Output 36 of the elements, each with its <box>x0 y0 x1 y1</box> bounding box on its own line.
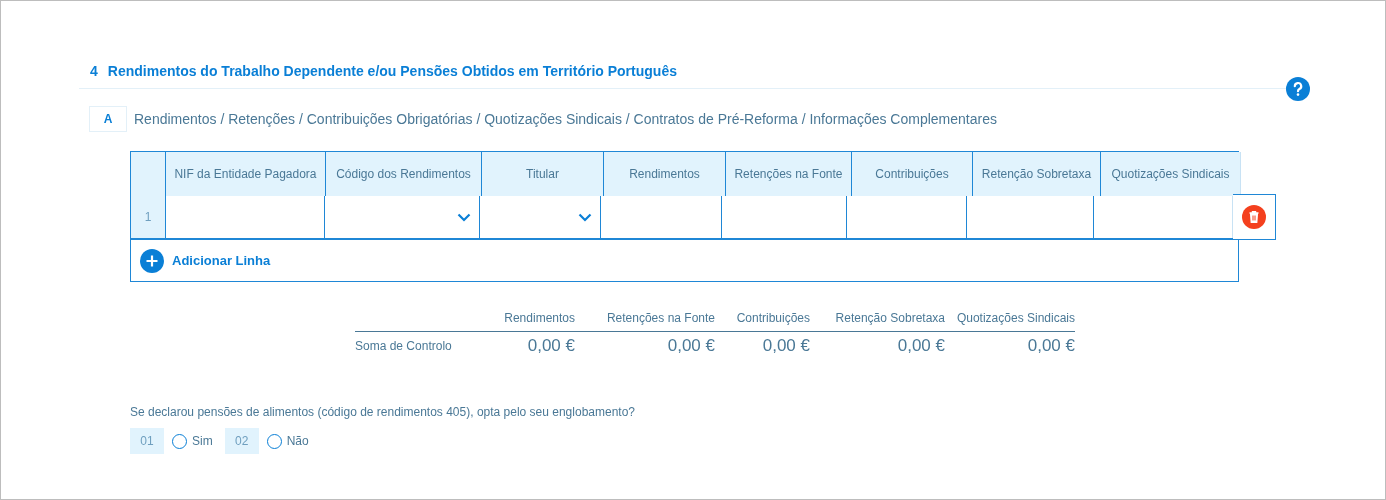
column-header: Código dos Rendimentos <box>326 152 482 196</box>
column-header: Contribuições <box>852 152 973 196</box>
total-header: Rendimentos <box>503 311 575 325</box>
column-header: Titular <box>482 152 604 196</box>
column-header: Rendimentos <box>604 152 726 196</box>
total-header: Quotizações Sindicais <box>955 311 1075 325</box>
column-header: Retenções na Fonte <box>726 152 852 196</box>
radio-option[interactable]: Sim <box>172 433 213 449</box>
add-row-button[interactable]: Adicionar Linha <box>140 248 271 273</box>
question-text: Se declarou pensões de alimentos (código de rendimentos 405), opta pelo seu englobamento? <box>130 405 636 419</box>
total-value: 0,00 € <box>896 336 945 356</box>
control-sum-label: Soma de Controlo <box>355 339 453 353</box>
row-number: 1 <box>131 196 166 238</box>
chevron-down-icon <box>457 212 471 222</box>
section-title: Rendimentos do Trabalho Dependente e/ou Pensões Obtidos em Território Português <box>107 63 677 79</box>
total-value: 0,00 € <box>666 336 715 356</box>
column-header: NIF da Entidade Pagadora <box>166 152 326 196</box>
trash-icon <box>1242 205 1266 229</box>
option-code: 01 <box>130 428 164 454</box>
help-icon[interactable] <box>1286 77 1310 101</box>
column-header: Quotizações Sindicais <box>1101 152 1241 196</box>
chevron-down-icon <box>578 212 592 222</box>
subsection-letter: A <box>89 106 127 132</box>
total-value: 0,00 € <box>1026 336 1075 356</box>
delete-button[interactable] <box>1242 205 1266 229</box>
total-header: Retenção Sobretaxa <box>834 311 945 325</box>
plus-icon <box>140 248 164 273</box>
subsection-title: Rendimentos / Retenções / Contribuições Obrigatórias / Quotizações Sindicais / Contratos de Pré-Reforma / Informações Complementares <box>134 111 997 127</box>
option-code: 02 <box>224 428 259 454</box>
total-header: Contribuições <box>735 311 810 325</box>
radio-option[interactable]: Não <box>266 433 309 449</box>
total-header: Retenções na Fonte <box>605 311 715 325</box>
total-value: 0,00 € <box>761 336 810 356</box>
column-header: Retenção Sobretaxa <box>973 152 1101 196</box>
total-value: 0,00 € <box>526 336 575 356</box>
section-number: 4 <box>90 63 98 79</box>
